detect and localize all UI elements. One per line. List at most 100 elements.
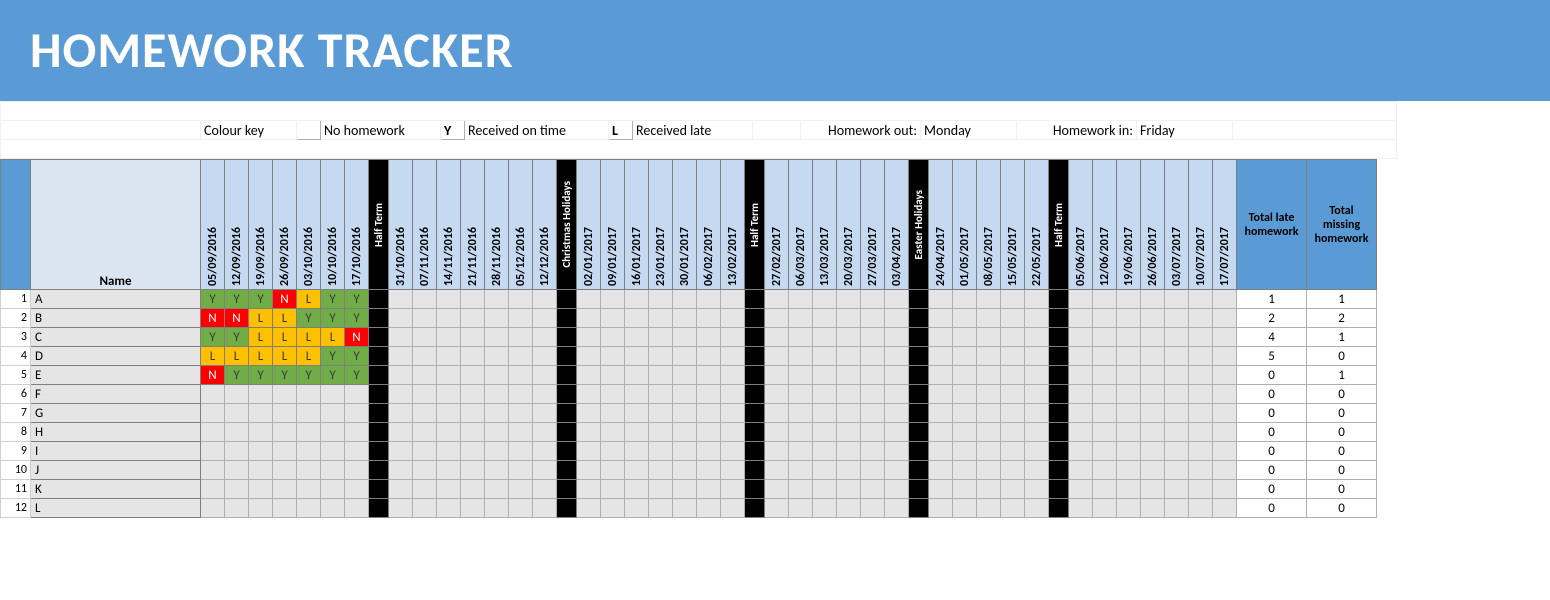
- week-cell[interactable]: [201, 385, 225, 404]
- week-cell[interactable]: [813, 366, 837, 385]
- week-cell[interactable]: [1001, 480, 1025, 499]
- hw-out-value[interactable]: Monday: [921, 121, 1017, 140]
- week-cell[interactable]: [1189, 309, 1213, 328]
- week-cell[interactable]: [225, 499, 249, 518]
- week-cell[interactable]: [1093, 442, 1117, 461]
- week-cell[interactable]: [649, 480, 673, 499]
- week-cell[interactable]: [533, 328, 557, 347]
- week-cell[interactable]: [1025, 328, 1049, 347]
- week-cell[interactable]: [649, 499, 673, 518]
- week-cell[interactable]: [413, 385, 437, 404]
- week-cell[interactable]: [1025, 366, 1049, 385]
- week-cell[interactable]: [413, 366, 437, 385]
- week-cell[interactable]: [625, 328, 649, 347]
- week-cell[interactable]: [249, 499, 273, 518]
- week-cell[interactable]: [485, 328, 509, 347]
- week-cell[interactable]: [1117, 423, 1141, 442]
- week-cell[interactable]: [977, 461, 1001, 480]
- week-cell[interactable]: [601, 423, 625, 442]
- week-cell[interactable]: [1189, 328, 1213, 347]
- week-cell[interactable]: [485, 499, 509, 518]
- week-cell[interactable]: L: [249, 328, 273, 347]
- week-cell[interactable]: [321, 461, 345, 480]
- week-cell[interactable]: [201, 480, 225, 499]
- week-cell[interactable]: Y: [345, 347, 369, 366]
- week-cell[interactable]: [885, 442, 909, 461]
- week-cell[interactable]: [345, 404, 369, 423]
- week-cell[interactable]: [345, 442, 369, 461]
- week-cell[interactable]: [929, 480, 953, 499]
- week-cell[interactable]: [673, 442, 697, 461]
- week-cell[interactable]: [1069, 290, 1093, 309]
- week-cell[interactable]: [437, 404, 461, 423]
- week-cell[interactable]: [721, 442, 745, 461]
- week-cell[interactable]: [1117, 461, 1141, 480]
- week-cell[interactable]: [1117, 404, 1141, 423]
- week-cell[interactable]: [509, 347, 533, 366]
- week-cell[interactable]: [1093, 423, 1117, 442]
- week-cell[interactable]: [389, 442, 413, 461]
- week-cell[interactable]: [929, 499, 953, 518]
- week-cell[interactable]: [533, 480, 557, 499]
- week-cell[interactable]: [509, 328, 533, 347]
- week-cell[interactable]: [673, 309, 697, 328]
- week-cell[interactable]: [345, 480, 369, 499]
- week-cell[interactable]: [1025, 290, 1049, 309]
- week-cell[interactable]: [321, 385, 345, 404]
- week-cell[interactable]: [461, 442, 485, 461]
- week-cell[interactable]: [697, 404, 721, 423]
- week-cell[interactable]: [977, 366, 1001, 385]
- week-cell[interactable]: [673, 366, 697, 385]
- week-cell[interactable]: [837, 347, 861, 366]
- week-cell[interactable]: L: [321, 328, 345, 347]
- week-cell[interactable]: [437, 423, 461, 442]
- week-cell[interactable]: [249, 423, 273, 442]
- week-cell[interactable]: N: [345, 328, 369, 347]
- week-cell[interactable]: L: [297, 347, 321, 366]
- week-cell[interactable]: [601, 366, 625, 385]
- week-cell[interactable]: [953, 290, 977, 309]
- week-cell[interactable]: [437, 480, 461, 499]
- week-cell[interactable]: [461, 461, 485, 480]
- week-cell[interactable]: L: [273, 347, 297, 366]
- week-cell[interactable]: [461, 328, 485, 347]
- week-cell[interactable]: [1001, 442, 1025, 461]
- week-cell[interactable]: L: [297, 328, 321, 347]
- week-cell[interactable]: [721, 404, 745, 423]
- week-cell[interactable]: [697, 290, 721, 309]
- week-cell[interactable]: Y: [225, 328, 249, 347]
- week-cell[interactable]: [201, 442, 225, 461]
- week-cell[interactable]: [249, 442, 273, 461]
- student-name-cell[interactable]: L: [31, 499, 201, 518]
- week-cell[interactable]: [789, 366, 813, 385]
- week-cell[interactable]: [1189, 366, 1213, 385]
- week-cell[interactable]: [533, 423, 557, 442]
- week-cell[interactable]: [225, 480, 249, 499]
- week-cell[interactable]: [765, 347, 789, 366]
- week-cell[interactable]: [225, 423, 249, 442]
- week-cell[interactable]: [885, 480, 909, 499]
- week-cell[interactable]: [649, 385, 673, 404]
- week-cell[interactable]: N: [225, 309, 249, 328]
- week-cell[interactable]: [1213, 442, 1237, 461]
- week-cell[interactable]: [1117, 385, 1141, 404]
- week-cell[interactable]: [1213, 347, 1237, 366]
- week-cell[interactable]: [721, 347, 745, 366]
- week-cell[interactable]: [977, 385, 1001, 404]
- week-cell[interactable]: [485, 309, 509, 328]
- week-cell[interactable]: [1117, 347, 1141, 366]
- week-cell[interactable]: [461, 366, 485, 385]
- week-cell[interactable]: [437, 328, 461, 347]
- week-cell[interactable]: [1165, 385, 1189, 404]
- week-cell[interactable]: [721, 385, 745, 404]
- week-cell[interactable]: [977, 404, 1001, 423]
- week-cell[interactable]: [1025, 499, 1049, 518]
- week-cell[interactable]: [625, 442, 649, 461]
- week-cell[interactable]: [837, 385, 861, 404]
- week-cell[interactable]: [977, 423, 1001, 442]
- week-cell[interactable]: [625, 499, 649, 518]
- week-cell[interactable]: [389, 385, 413, 404]
- week-cell[interactable]: [273, 423, 297, 442]
- week-cell[interactable]: [861, 328, 885, 347]
- week-cell[interactable]: [885, 404, 909, 423]
